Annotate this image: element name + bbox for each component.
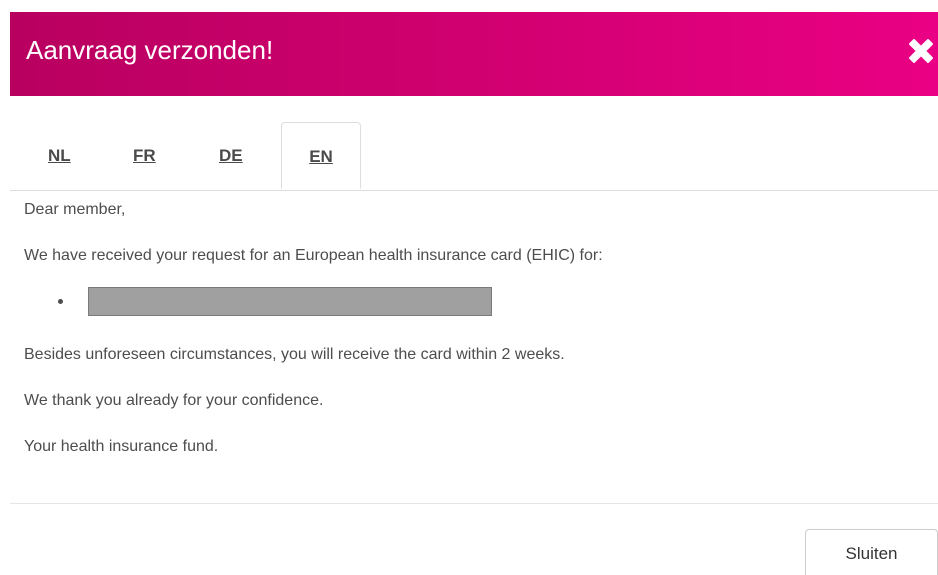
footer-divider <box>10 503 938 504</box>
bullet-icon <box>58 299 63 304</box>
signature-text: Your health insurance fund. <box>24 438 219 455</box>
tab-de[interactable]: DE <box>219 122 243 189</box>
close-button[interactable]: Sluiten <box>805 529 938 575</box>
thanks-text: We thank you already for your confidence… <box>24 392 324 409</box>
tab-fr[interactable]: FR <box>133 122 156 189</box>
intro-text: We have received your request for an Eur… <box>24 247 603 264</box>
greeting-text: Dear member, <box>24 201 126 218</box>
tab-en[interactable]: EN <box>281 122 361 189</box>
language-tabs: NL FR DE EN <box>10 122 938 191</box>
delivery-text: Besides unforeseen circumstances, you wi… <box>24 346 565 363</box>
confirmation-dialog: Aanvraag verzonden! NL FR DE EN Dear mem… <box>0 0 938 575</box>
dialog-header: Aanvraag verzonden! <box>10 12 938 96</box>
dialog-title: Aanvraag verzonden! <box>26 35 274 65</box>
redacted-name-block <box>88 287 492 316</box>
close-icon[interactable] <box>904 34 938 68</box>
tab-nl[interactable]: NL <box>48 122 71 189</box>
